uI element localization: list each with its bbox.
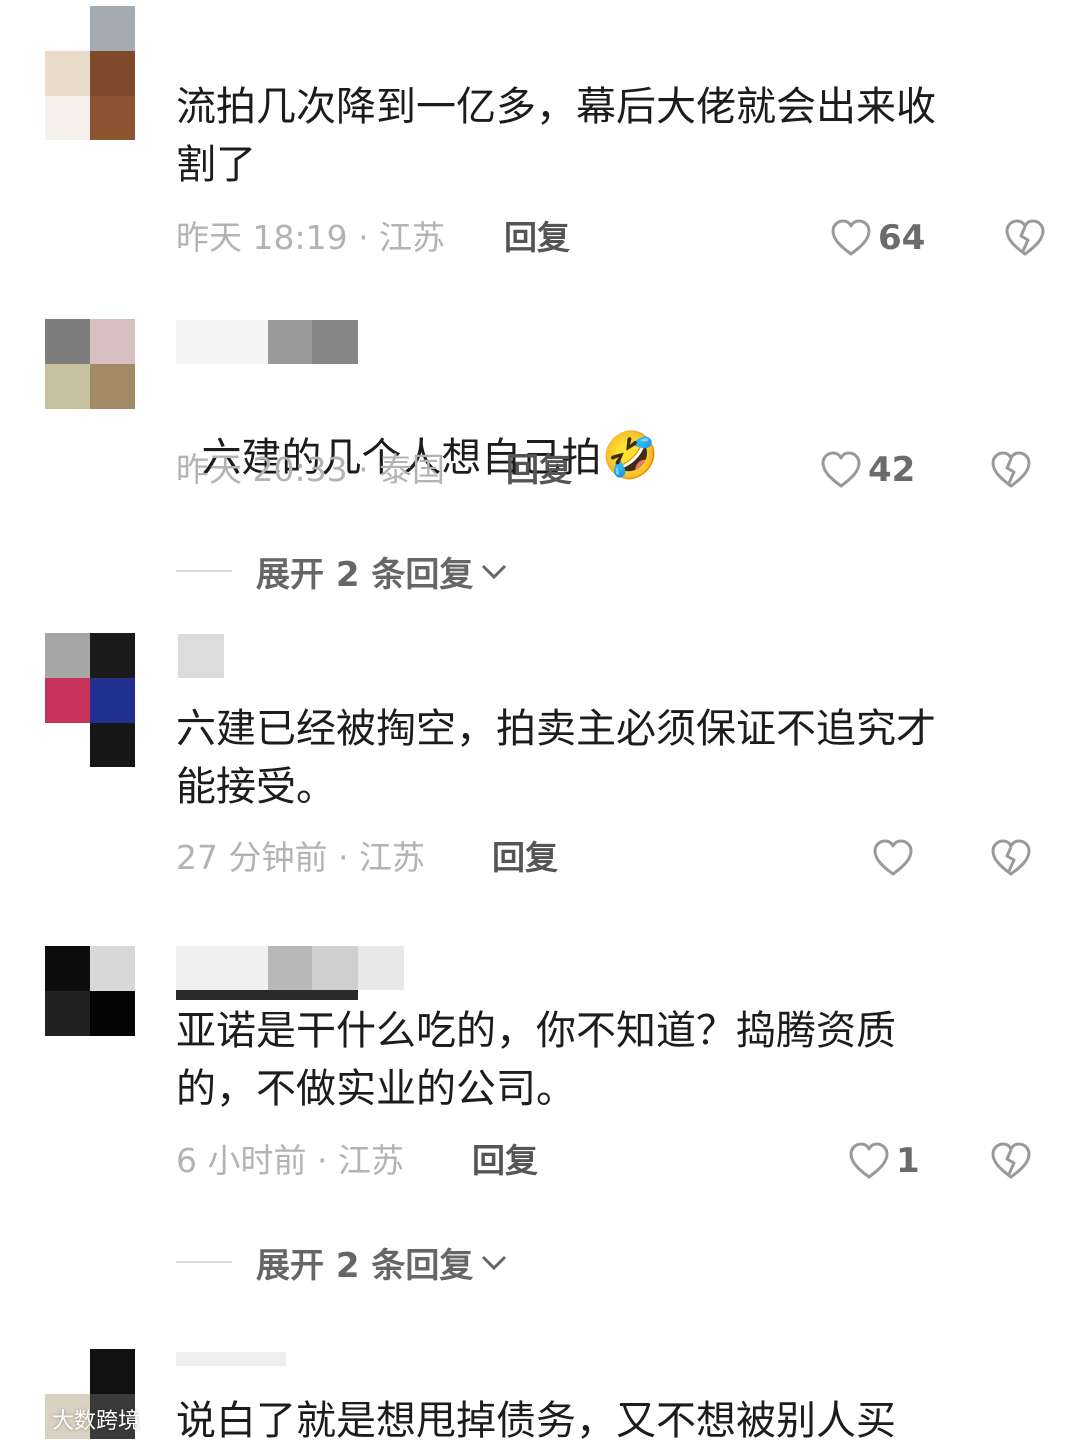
- expand-replies-label: 展开 2 条回复: [256, 554, 474, 595]
- weibo-logo-icon: [8, 1408, 46, 1432]
- username-censored[interactable]: [176, 946, 404, 1000]
- reply-button[interactable]: 回复: [492, 838, 558, 878]
- avatar[interactable]: [45, 946, 135, 1080]
- watermark: 大数跨境: [8, 1404, 140, 1434]
- expand-replies-label: 展开 2 条回复: [256, 1245, 474, 1286]
- avatar[interactable]: [45, 6, 135, 140]
- divider: [176, 570, 232, 572]
- like-count: 64: [878, 218, 926, 258]
- broken-heart-icon: [1005, 219, 1045, 256]
- username-censored[interactable]: [178, 634, 224, 678]
- dislike-button[interactable]: [990, 1141, 1032, 1181]
- comment-meta: 27 分钟前 · 江苏: [176, 838, 425, 877]
- like-count: 42: [868, 450, 916, 490]
- comment-text: 亚诺是干什么吃的，你不知道？捣腾资质 的，不做实业的公司。: [176, 1008, 896, 1112]
- comment-meta: 6 小时前 · 江苏: [176, 1141, 404, 1180]
- avatar[interactable]: [45, 319, 135, 453]
- heart-outline-icon: [831, 219, 871, 256]
- dislike-button[interactable]: [1004, 218, 1046, 258]
- chevron-down-icon: [482, 564, 507, 580]
- like-button[interactable]: 42: [820, 450, 915, 490]
- expand-replies-button[interactable]: 展开 2 条回复: [176, 549, 509, 595]
- broken-heart-icon: [991, 451, 1031, 488]
- comment-text: 说白了就是想甩掉债务，又不想被别人买: [176, 1398, 896, 1444]
- divider: [176, 1261, 232, 1263]
- comment-text: 流拍几次降到一亿多，幕后大佬就会出来收 割了: [176, 84, 936, 188]
- username-censored[interactable]: [176, 1352, 286, 1366]
- like-button[interactable]: [872, 838, 920, 878]
- like-button[interactable]: 1: [848, 1141, 920, 1181]
- username-censored[interactable]: [176, 320, 358, 364]
- rofl-emoji-icon: 🤣: [601, 428, 659, 482]
- heart-outline-icon: [849, 1142, 889, 1179]
- dislike-button[interactable]: [990, 450, 1032, 490]
- like-count: 1: [896, 1141, 920, 1181]
- comment-text: 六建已经被掏空，拍卖主必须保证不追究才 能接受。: [176, 706, 936, 810]
- comment-meta: 昨天 20:33 · 泰国: [176, 450, 446, 489]
- reply-button[interactable]: 回复: [504, 218, 570, 258]
- watermark-text: 大数跨境: [52, 1409, 141, 1434]
- dislike-button[interactable]: [990, 838, 1032, 878]
- reply-button[interactable]: 回复: [472, 1141, 538, 1181]
- expand-replies-button[interactable]: 展开 2 条回复: [176, 1240, 509, 1286]
- chevron-down-icon: [482, 1255, 507, 1271]
- avatar[interactable]: [45, 633, 135, 767]
- reply-button[interactable]: 回复: [506, 450, 572, 490]
- broken-heart-icon: [991, 839, 1031, 876]
- heart-outline-icon: [873, 839, 913, 876]
- comment-meta: 昨天 18:19 · 江苏: [176, 218, 446, 257]
- broken-heart-icon: [991, 1142, 1031, 1179]
- heart-outline-icon: [821, 451, 861, 488]
- like-button[interactable]: 64: [830, 218, 925, 258]
